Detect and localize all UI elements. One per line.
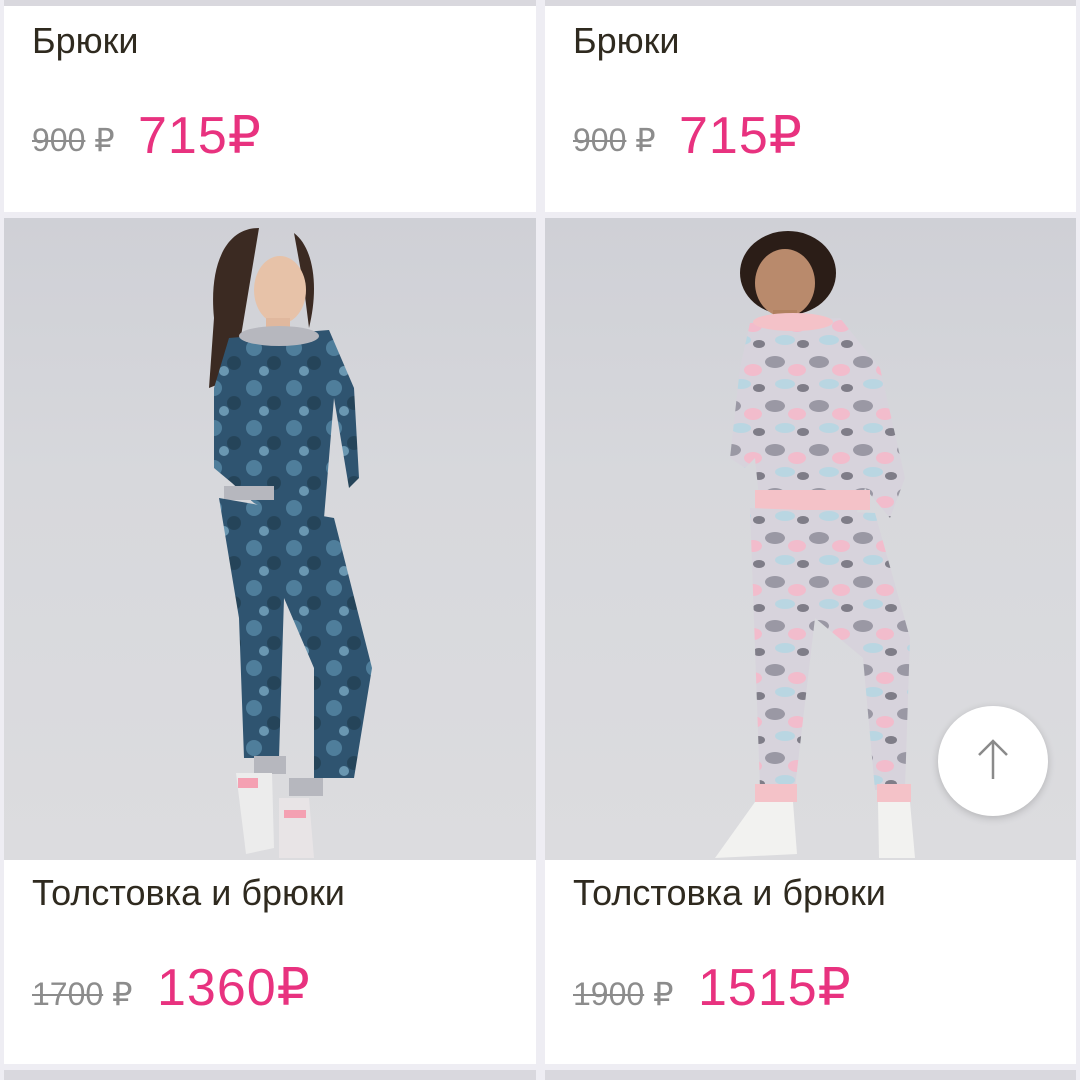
- new-price: 1515₽: [698, 959, 852, 1017]
- old-price: 900 ₽: [32, 121, 115, 159]
- old-price-value: 1900: [573, 976, 645, 1012]
- old-price-value: 900: [32, 122, 86, 158]
- product-image-edge: [545, 0, 1076, 6]
- product-title: Брюки: [573, 20, 680, 61]
- woman-in-blue-camo-tracksuit-image: [209, 228, 372, 858]
- old-price: 1700 ₽: [32, 975, 132, 1013]
- old-price-currency: ₽: [112, 976, 133, 1012]
- product-card-partial[interactable]: [545, 1070, 1076, 1080]
- product-image-edge: [4, 0, 536, 6]
- old-price-currency: ₽: [94, 122, 115, 158]
- old-price-value: 900: [573, 122, 627, 158]
- product-card[interactable]: Толстовка и брюки 1900 ₽ 1515₽: [545, 218, 1076, 1064]
- arrow-up-icon: [973, 737, 1013, 786]
- product-card[interactable]: Брюки 900 ₽ 715₽: [4, 0, 536, 212]
- product-grid: Брюки 900 ₽ 715₽ Брюки 900 ₽ 715₽ Толсто…: [0, 0, 1080, 1080]
- product-title: Толстовка и брюки: [573, 872, 886, 913]
- old-price-currency: ₽: [653, 976, 674, 1012]
- scroll-to-top-button[interactable]: [938, 706, 1048, 816]
- product-card[interactable]: Брюки 900 ₽ 715₽: [545, 0, 1076, 212]
- old-price: 1900 ₽: [573, 975, 673, 1013]
- product-card[interactable]: Толстовка и брюки 1700 ₽ 1360₽: [4, 218, 536, 1064]
- old-price-value: 1700: [32, 976, 104, 1012]
- old-price-currency: ₽: [635, 122, 656, 158]
- product-title: Брюки: [32, 20, 139, 61]
- product-image[interactable]: [4, 218, 536, 860]
- new-price: 715₽: [138, 107, 262, 165]
- product-card-partial[interactable]: [4, 1070, 536, 1080]
- product-title: Толстовка и брюки: [32, 872, 345, 913]
- new-price: 1360₽: [157, 959, 311, 1017]
- old-price: 900 ₽: [573, 121, 656, 159]
- new-price: 715₽: [679, 107, 803, 165]
